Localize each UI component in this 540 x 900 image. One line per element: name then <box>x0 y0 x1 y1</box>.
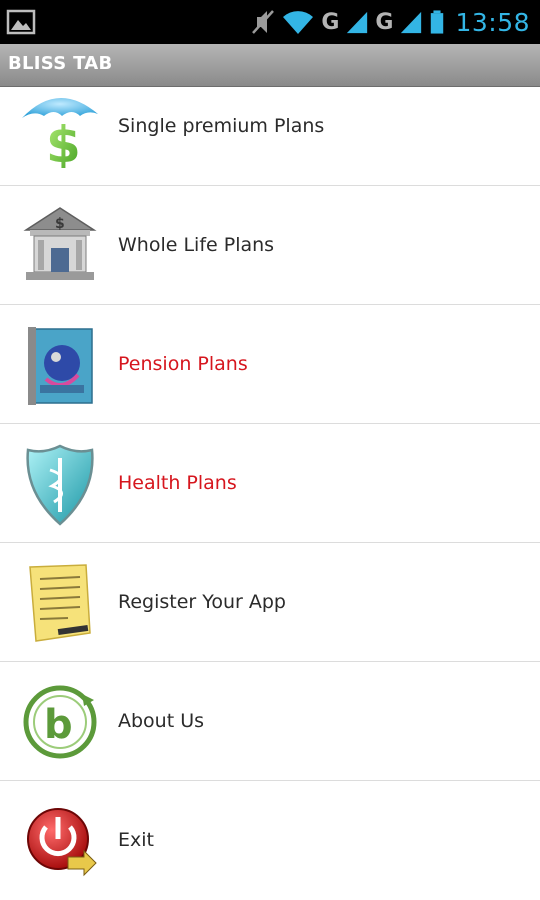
network-type-label-1: G <box>321 9 340 35</box>
menu-item-about-us[interactable]: b About Us <box>0 662 540 781</box>
network-type-label-2: G <box>375 9 394 35</box>
menu-item-label: Whole Life Plans <box>118 234 275 256</box>
power-exit-icon <box>27 808 97 877</box>
menu-item-health-plans[interactable]: Health Plans <box>0 424 540 543</box>
status-bar: G G 13:58 <box>0 0 540 44</box>
clock: 13:58 <box>455 7 530 37</box>
document-icon <box>29 564 91 642</box>
signal-icon <box>347 11 368 34</box>
menu-item-label: Pension Plans <box>118 353 248 375</box>
menu-item-label: Health Plans <box>118 472 237 494</box>
menu-item-label: Register Your App <box>118 591 286 613</box>
svg-text:b: b <box>44 702 73 748</box>
pension-book-icon <box>28 327 93 405</box>
wifi-icon <box>283 11 314 34</box>
brand-logo-icon: b <box>23 685 97 759</box>
battery-icon <box>431 10 444 34</box>
gallery-icon <box>6 9 36 35</box>
menu-item-pension-plans[interactable]: Pension Plans <box>0 305 540 424</box>
umbrella-dollar-icon: $ <box>22 97 98 168</box>
menu-item-register-your-app[interactable]: Register Your App <box>0 543 540 662</box>
menu-item-whole-life-plans[interactable]: $ Whole Life Plans <box>0 186 540 305</box>
muted-icon <box>252 10 275 34</box>
medical-shield-icon <box>26 444 94 526</box>
menu-item-label: About Us <box>118 710 205 732</box>
bank-building-icon: $ <box>23 207 97 280</box>
signal-icon <box>401 11 422 34</box>
menu-list: $ Single premium Plans $ Whole Life Plan… <box>0 86 540 900</box>
svg-text:$: $ <box>55 216 65 232</box>
svg-text:$: $ <box>46 116 81 168</box>
menu-item-single-premium-plans[interactable]: $ Single premium Plans <box>0 86 540 186</box>
menu-item-exit[interactable]: Exit <box>0 781 540 900</box>
menu-item-label: Single premium Plans <box>118 115 325 137</box>
menu-item-label: Exit <box>118 829 154 851</box>
app-title-bar: BLISS TAB <box>0 44 540 87</box>
app-title: BLISS TAB <box>8 53 113 74</box>
